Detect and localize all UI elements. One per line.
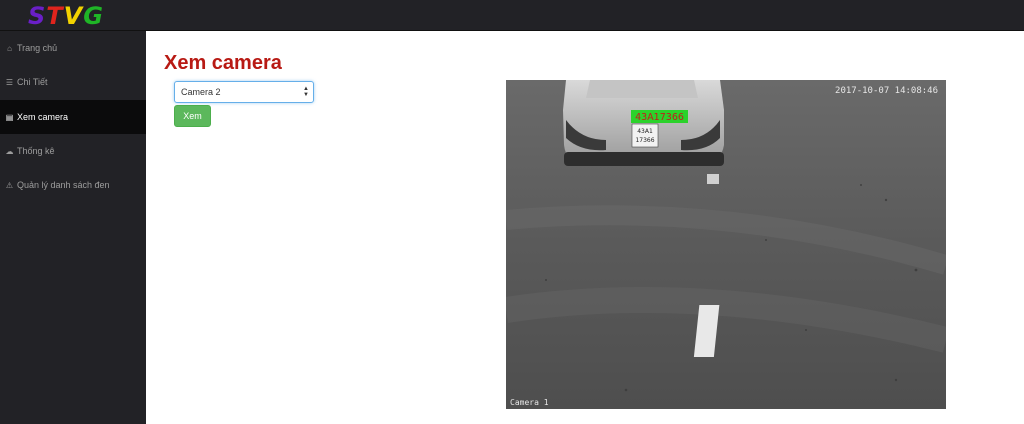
logo-letter-t: T [46, 2, 64, 30]
top-navbar: STVG [0, 0, 1024, 31]
list-icon: ☰ [5, 77, 14, 87]
sidebar-item-details[interactable]: ☰ Chi Tiết [0, 65, 146, 99]
sidebar-item-label: Xem camera [17, 112, 69, 122]
car: 43A1 17366 43A17366 [563, 80, 724, 166]
home-icon: ⌂ [7, 43, 12, 53]
logo-letter-s: S [28, 2, 47, 30]
camera-timestamp: 2017-10-07 14:08:46 [835, 86, 938, 96]
select-arrows-icon: ▲ ▼ [303, 86, 309, 98]
plate-recognition-text: 43A17366 [635, 112, 684, 123]
page-title: Xem camera [164, 52, 282, 74]
camera-feed-image: 43A1 17366 43A17366 2017-10-07 14:08:46 … [506, 80, 946, 409]
sidebar-item-view-camera[interactable]: ▤ Xem camera [0, 100, 146, 134]
main-content: Xem camera Camera 2 ▲ ▼ Xem 43A1 17366 4… [146, 31, 1024, 424]
sidebar-item-statistics[interactable]: ☁ Thống kê [0, 134, 146, 168]
sidebar-item-label: Chi Tiết [17, 77, 48, 87]
camera-feed: 43A1 17366 43A17366 2017-10-07 14:08:46 … [506, 80, 946, 409]
sidebar-item-label: Trang chủ [17, 43, 58, 53]
view-button[interactable]: Xem [174, 105, 211, 127]
brand-logo[interactable]: STVG [28, 3, 104, 29]
camera-select-value: Camera 2 [181, 87, 221, 97]
logo-letter-g: G [83, 2, 104, 30]
camera-label: Camera 1 [510, 398, 549, 407]
document-icon: ▤ [5, 112, 14, 122]
svg-text:17366: 17366 [635, 137, 654, 144]
cloud-icon: ☁ [5, 146, 14, 156]
sidebar-item-blacklist[interactable]: ⚠ Quản lý danh sách đen [0, 168, 146, 202]
sidebar: ⌂ Trang chủ ☰ Chi Tiết ▤ Xem camera ☁ Th… [0, 31, 146, 424]
camera-select[interactable]: Camera 2 ▲ ▼ [174, 81, 314, 103]
logo-letter-v: V [63, 2, 84, 30]
svg-text:43A1: 43A1 [637, 128, 653, 135]
sidebar-item-home[interactable]: ⌂ Trang chủ [0, 31, 146, 65]
sidebar-item-label: Quản lý danh sách đen [17, 180, 110, 190]
warning-icon: ⚠ [5, 180, 14, 190]
sidebar-item-label: Thống kê [17, 146, 55, 156]
